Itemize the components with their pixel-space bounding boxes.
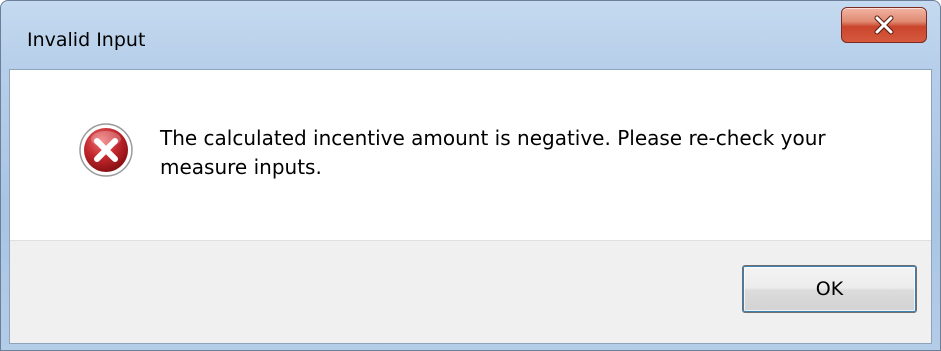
- title-bar[interactable]: Invalid Input: [1, 1, 940, 69]
- close-button[interactable]: [841, 7, 927, 43]
- close-icon: [874, 15, 894, 35]
- error-icon: [79, 123, 133, 177]
- button-bar: OK: [10, 240, 931, 343]
- dialog-title: Invalid Input: [27, 29, 146, 51]
- ok-button[interactable]: OK: [742, 265, 917, 313]
- error-message: The calculated incentive amount is negat…: [160, 126, 826, 179]
- message-area: The calculated incentive amount is negat…: [10, 70, 931, 240]
- dialog-body: The calculated incentive amount is negat…: [9, 69, 932, 344]
- dialog-window: Invalid Input The calculated incentive a…: [0, 0, 941, 351]
